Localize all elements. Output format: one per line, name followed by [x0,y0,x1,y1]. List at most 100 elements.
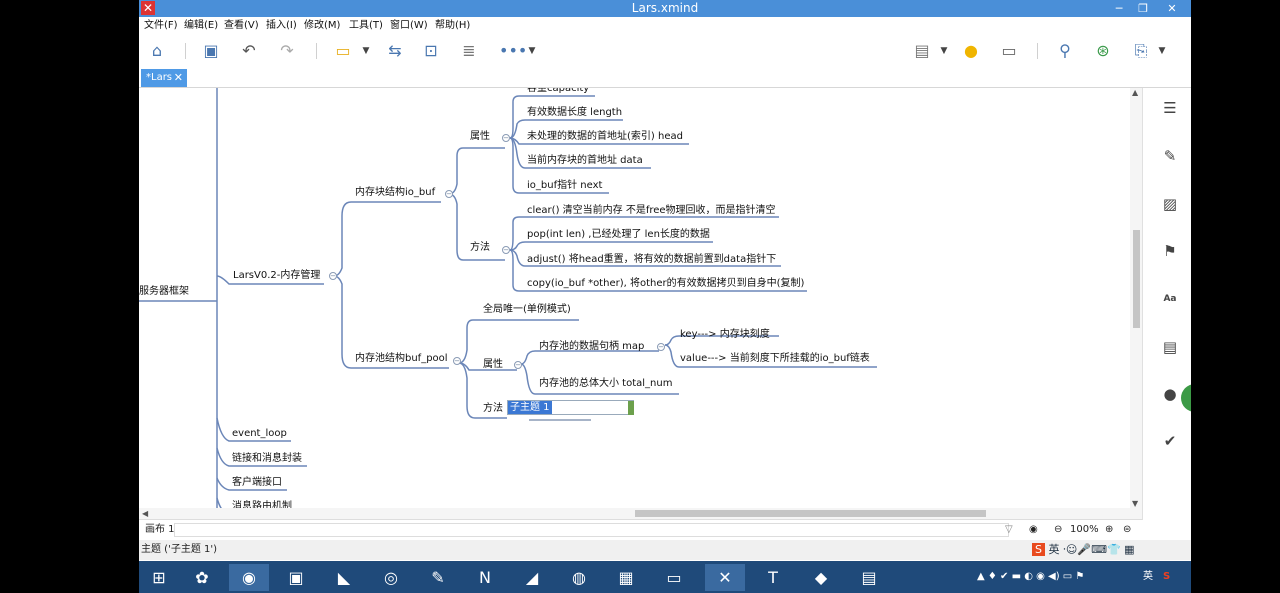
menu-edit[interactable]: 编辑(E) [184,17,218,34]
outline-icon[interactable]: ☰ [1160,98,1180,118]
editing-topic-text[interactable]: 子主题 1 [508,401,552,414]
topic-edit-field[interactable]: 子主题 1 [507,400,634,415]
topic-capacity[interactable]: 容量capacity [527,88,589,96]
redo-icon[interactable]: ↷ [277,41,297,61]
search-icon[interactable]: ⚲ [1055,41,1075,61]
image-icon[interactable]: ▨ [1160,194,1180,214]
topic-connection[interactable]: 链接和消息封装 [232,452,302,466]
onenote-icon[interactable]: N [465,564,505,591]
minimize-button[interactable]: ─ [1107,0,1131,17]
horizontal-scrollbar[interactable]: ◀ [139,508,1142,519]
menu-view[interactable]: 查看(V) [224,17,259,34]
home-icon[interactable]: ⌂ [147,41,167,61]
mindmap-canvas[interactable]: 服务器框架 LarsV0.2-内存管理 − 内存块结构io_buf − 属性 −… [139,88,1142,508]
topic-buf-pool-method[interactable]: 方法 [483,402,503,416]
vscode-icon[interactable]: ◣ [324,564,364,591]
sogou-tray-icon[interactable]: S [1163,570,1170,584]
scroll-up-icon[interactable]: ▲ [1132,88,1138,97]
topic-larsv02[interactable]: LarsV0.2-内存管理 [233,269,320,283]
chevron-down-icon[interactable]: ▼ [1157,41,1167,61]
sheet-tab[interactable]: 画布 1 [145,520,175,540]
close-window-button[interactable]: ✕ [1155,0,1189,17]
chevron-down-icon[interactable]: ▼ [527,41,537,61]
menu-file[interactable]: 文件(F) [144,17,178,34]
app-icon[interactable]: ▣ [276,564,316,591]
collapse-icon[interactable]: − [445,190,453,198]
file-explorer-icon[interactable]: ▭ [654,564,694,591]
tray-lang[interactable]: 英 [1143,570,1153,584]
topic-pool-map[interactable]: 内存池的数据句柄 map [539,340,644,354]
summary-icon[interactable]: ≣ [459,41,479,61]
app-icon[interactable]: ▤ [849,564,889,591]
task-icon[interactable]: ✔ [1160,431,1180,451]
export-icon[interactable]: ⎘ [1131,41,1151,61]
windows-start-icon[interactable]: ⊞ [139,564,179,591]
topic-buf-pool[interactable]: 内存池结构buf_pool [355,352,448,366]
collapse-icon[interactable]: − [657,343,665,351]
tab-lars[interactable]: *Lars ✕ [141,69,187,87]
edit-confirm-icon[interactable] [628,401,634,415]
app-icon[interactable]: ◍ [559,564,599,591]
ime-toolbar[interactable]: S 英 ⸱☺🎤⌨👕 ▦ [1032,542,1135,558]
topic-buf-pool-attr[interactable]: 属性 [483,358,503,372]
vertical-scrollbar[interactable]: ▲ ▼ [1130,88,1142,508]
text-format-icon[interactable]: Aa [1160,289,1180,309]
topic-map-key[interactable]: key---> 内存块刻度 [680,328,770,342]
topic-copy[interactable]: copy(io_buf *other), 将other的有效数据拷贝到自身中(复… [527,277,804,291]
topic-io-buf-attr[interactable]: 属性 [470,130,490,144]
topic-singleton[interactable]: 全局唯一(单例模式) [483,303,571,317]
app-icon[interactable]: ◢ [512,564,552,591]
topic-event-loop[interactable]: event_loop [232,427,287,441]
ime-tools-icon[interactable]: ⸱☺🎤⌨👕 ▦ [1063,543,1135,556]
menu-tools[interactable]: 工具(T) [349,17,383,34]
collapse-icon[interactable]: − [329,272,337,280]
chrome-icon[interactable]: ◉ [229,564,269,591]
goland-icon[interactable]: ◎ [371,564,411,591]
gantt-icon[interactable]: ▭ [999,41,1019,61]
topic-map-value[interactable]: value---> 当前刻度下所挂载的io_buf链表 [680,352,870,366]
typora-icon[interactable]: T [753,564,793,591]
notes-icon[interactable]: ▤ [1160,337,1180,357]
marker-flag-icon[interactable]: ⚑ [1160,241,1180,261]
eye-icon[interactable]: ◉ [1029,520,1038,540]
more-icon[interactable]: ••• [499,41,527,61]
zoom-in-icon[interactable]: ⊕ [1105,520,1113,540]
topic-clear[interactable]: clear() 清空当前内存 不是free物理回收，而是指针清空 [527,204,776,218]
topic-total-num[interactable]: 内存池的总体大小 total_num [539,377,672,391]
topic-icon[interactable]: ▭ [333,41,353,61]
scroll-down-icon[interactable]: ▼ [1132,499,1138,508]
topic-client[interactable]: 客户端接口 [232,476,282,490]
share-icon[interactable]: ⊛ [1093,41,1113,61]
collapse-icon[interactable]: − [453,357,461,365]
menu-modify[interactable]: 修改(M) [304,17,340,34]
topic-head[interactable]: 未处理的数据的首地址(索引) head [527,130,683,144]
zoom-out-icon[interactable]: ⊖ [1054,520,1062,540]
sogou-logo-icon[interactable]: S [1032,543,1045,556]
topic-routing[interactable]: 消息路由机制 [232,500,292,508]
undo-icon[interactable]: ↶ [239,41,259,61]
ime-lang[interactable]: 英 [1048,543,1059,556]
app-icon[interactable]: ▦ [606,564,646,591]
floating-badge[interactable] [1181,384,1191,412]
menu-help[interactable]: 帮助(H) [435,17,470,34]
menu-window[interactable]: 窗口(W) [390,17,428,34]
chat-icon[interactable]: ◆ [801,564,841,591]
paint-icon[interactable]: ✎ [418,564,458,591]
topic-root[interactable]: 服务器框架 [139,285,189,299]
collapse-icon[interactable]: − [514,361,522,369]
vertical-scroll-thumb[interactable] [1133,230,1140,328]
topic-data[interactable]: 当前内存块的首地址 data [527,154,643,168]
presentation-icon[interactable]: ▤ [912,41,932,61]
boundary-icon[interactable]: ⊡ [421,41,441,61]
relationship-icon[interactable]: ⇆ [385,41,405,61]
chevron-down-icon[interactable]: ▼ [361,41,371,61]
comment-icon[interactable]: ● [1160,384,1180,404]
app-icon[interactable]: ✿ [182,564,222,591]
topic-pop[interactable]: pop(int len) ,已经处理了 len长度的数据 [527,228,710,242]
xmind-taskbar-icon[interactable]: ✕ [705,564,745,591]
horizontal-scroll-thumb[interactable] [635,510,986,517]
save-icon[interactable]: ▣ [201,41,221,61]
zoom-fit-icon[interactable]: ⊜ [1123,520,1131,540]
collapse-icon[interactable]: − [502,134,510,142]
chevron-down-icon[interactable]: ▼ [939,41,949,61]
